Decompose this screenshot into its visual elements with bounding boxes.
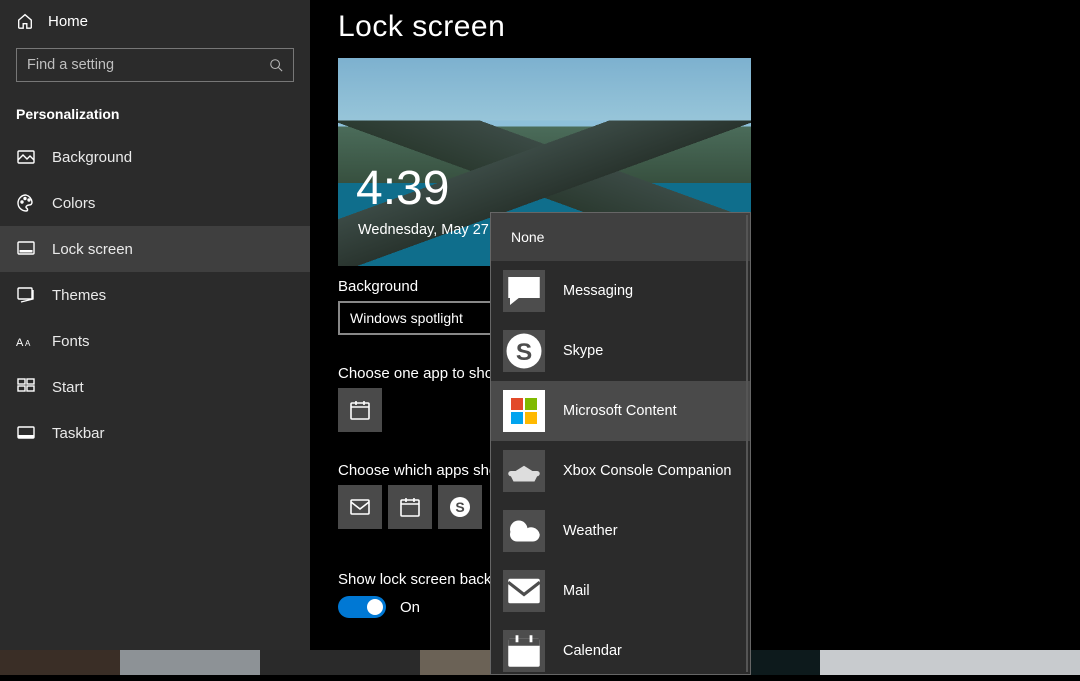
- sidebar-section-title: Personalization: [16, 106, 294, 122]
- skype-icon: S: [503, 330, 545, 372]
- toggle-knob: [367, 599, 383, 615]
- popup-option-microsoft-content[interactable]: Microsoft Content: [491, 381, 750, 441]
- sidebar-item-label: Taskbar: [52, 425, 105, 442]
- calendar-icon: [348, 398, 372, 422]
- quick-tile-skype[interactable]: S: [438, 485, 482, 529]
- lock-screen-icon: [16, 239, 36, 259]
- sidebar-item-label: Themes: [52, 287, 106, 304]
- popup-item-label: Mail: [563, 583, 590, 599]
- calendar-icon: [503, 630, 545, 672]
- app-picker-popup: None Messaging S Skype Microsoft Content…: [490, 212, 751, 675]
- preview-time: 4:39: [356, 161, 449, 216]
- xbox-icon: [503, 450, 545, 492]
- sidebar-item-start[interactable]: Start: [0, 364, 310, 410]
- skype-icon: S: [448, 495, 472, 519]
- page-title: Lock screen: [338, 10, 1052, 44]
- toggle-state-label: On: [400, 599, 420, 616]
- palette-icon: [16, 193, 36, 213]
- popup-option-skype[interactable]: S Skype: [491, 321, 750, 381]
- messaging-icon: [503, 270, 545, 312]
- sidebar-item-label: Start: [52, 379, 84, 396]
- taskbar-icon: [16, 423, 36, 443]
- popup-option-calendar[interactable]: Calendar: [491, 621, 750, 681]
- quick-tile-calendar[interactable]: [388, 485, 432, 529]
- sidebar-item-fonts[interactable]: AA Fonts: [0, 318, 310, 364]
- background-dropdown-value: Windows spotlight: [350, 310, 463, 326]
- popup-option-xbox[interactable]: Xbox Console Companion: [491, 441, 750, 501]
- popup-option-none[interactable]: None: [491, 213, 750, 261]
- sidebar-item-label: Background: [52, 149, 132, 166]
- settings-sidebar: Home Personalization Background Colors L…: [0, 0, 310, 650]
- sidebar-item-label: Colors: [52, 195, 95, 212]
- popup-option-mail[interactable]: Mail: [491, 561, 750, 621]
- popup-none-label: None: [511, 229, 544, 245]
- popup-item-label: Microsoft Content: [563, 403, 677, 419]
- popup-option-weather[interactable]: Weather: [491, 501, 750, 561]
- sidebar-item-themes[interactable]: Themes: [0, 272, 310, 318]
- sidebar-item-lock-screen[interactable]: Lock screen: [0, 226, 310, 272]
- detailed-status-tile-calendar[interactable]: [338, 388, 382, 432]
- popup-item-label: Skype: [563, 343, 603, 359]
- background-toggle[interactable]: [338, 596, 386, 618]
- weather-icon: [503, 510, 545, 552]
- sidebar-item-colors[interactable]: Colors: [0, 180, 310, 226]
- sidebar-item-background[interactable]: Background: [0, 134, 310, 180]
- image-icon: [16, 147, 36, 167]
- popup-option-messaging[interactable]: Messaging: [491, 261, 750, 321]
- background-dropdown[interactable]: Windows spotlight: [338, 301, 508, 335]
- sidebar-nav: Background Colors Lock screen Themes AA …: [0, 134, 310, 456]
- home-label: Home: [48, 13, 88, 30]
- svg-text:A: A: [25, 339, 31, 348]
- popup-item-label: Calendar: [563, 643, 622, 659]
- preview-date: Wednesday, May 27: [358, 222, 489, 238]
- mail-icon: [348, 495, 372, 519]
- svg-text:S: S: [516, 339, 532, 366]
- quick-tile-mail[interactable]: [338, 485, 382, 529]
- popup-item-label: Weather: [563, 523, 618, 539]
- search-input[interactable]: [27, 57, 267, 73]
- popup-item-label: Messaging: [563, 283, 633, 299]
- start-icon: [16, 377, 36, 397]
- themes-icon: [16, 285, 36, 305]
- sidebar-home[interactable]: Home: [0, 0, 310, 44]
- search-icon: [269, 58, 283, 72]
- svg-text:S: S: [455, 499, 464, 515]
- fonts-icon: AA: [16, 331, 36, 351]
- microsoft-icon: [503, 390, 545, 432]
- sidebar-item-label: Fonts: [52, 333, 90, 350]
- mail-icon: [503, 570, 545, 612]
- search-box[interactable]: [16, 48, 294, 82]
- sidebar-item-label: Lock screen: [52, 241, 133, 258]
- sidebar-item-taskbar[interactable]: Taskbar: [0, 410, 310, 456]
- popup-scrollbar[interactable]: [746, 215, 749, 672]
- popup-item-label: Xbox Console Companion: [563, 463, 731, 479]
- home-icon: [16, 12, 34, 30]
- calendar-icon: [398, 495, 422, 519]
- svg-text:A: A: [16, 337, 24, 349]
